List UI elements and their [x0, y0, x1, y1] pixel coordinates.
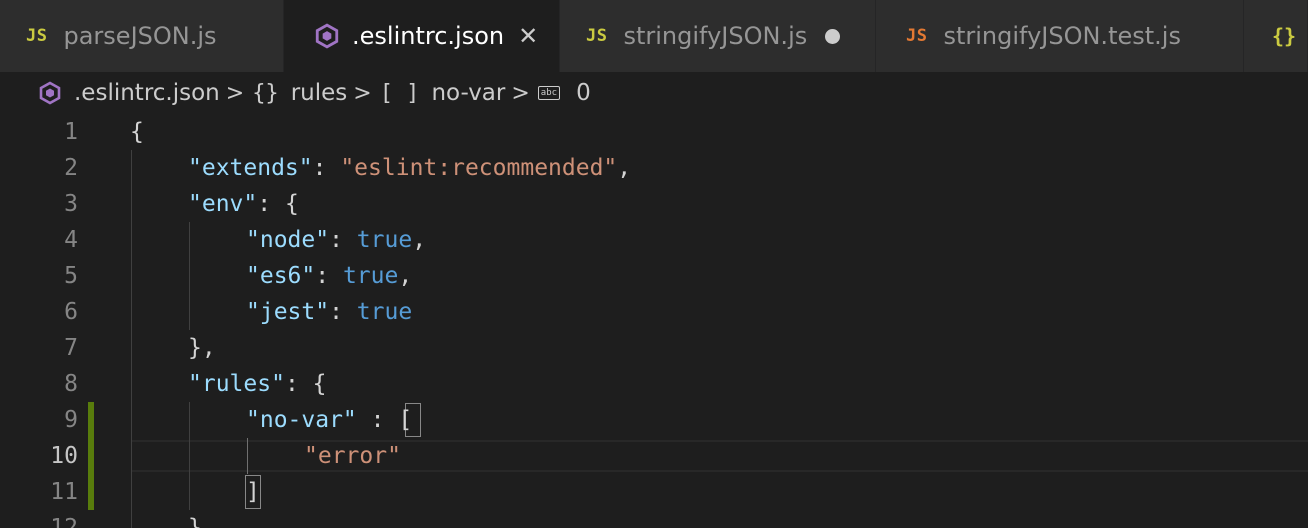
code-line: 1 {	[0, 114, 1308, 150]
breadcrumb-index[interactable]: 0	[576, 80, 591, 106]
code-editor[interactable]: 1 { 2 "extends": "eslint:recommended", 3…	[0, 114, 1308, 528]
json-boolean: true	[356, 227, 413, 253]
tab-label: parseJSON.js	[63, 22, 217, 50]
code-line: 4 "node": true,	[0, 222, 1308, 258]
json-boolean: true	[342, 263, 399, 289]
breadcrumb: .eslintrc.json > {} rules > [ ] no-var >…	[0, 72, 1308, 114]
tab-bar: JS parseJSON.js .eslintrc.json ✕ JS stri…	[0, 0, 1308, 72]
code-token: },	[188, 335, 216, 361]
json-key: "es6"	[246, 263, 316, 289]
eslint-hexagon-icon	[315, 23, 339, 49]
javascript-file-icon: JS	[26, 26, 48, 46]
code-line: 6 "jest": true	[0, 294, 1308, 330]
json-key: "env"	[188, 191, 258, 217]
json-key: "no-var"	[246, 407, 357, 433]
json-string: "error"	[304, 443, 401, 469]
json-key: "rules"	[188, 371, 285, 397]
line-number: 5	[64, 263, 78, 289]
javascript-test-file-icon: JS	[906, 26, 928, 46]
chevron-right-icon: >	[225, 80, 245, 106]
line-number: 7	[64, 335, 78, 361]
line-number: 11	[50, 479, 78, 505]
code-token: :	[315, 263, 343, 289]
javascript-file-icon: JS	[586, 26, 608, 46]
code-line: 8 "rules": {	[0, 366, 1308, 402]
breadcrumb-file[interactable]: .eslintrc.json	[74, 80, 220, 106]
code-token: ]	[246, 479, 260, 505]
line-number: 10	[50, 443, 78, 469]
breadcrumb-no-var[interactable]: no-var	[431, 80, 505, 106]
breadcrumb-rules[interactable]: rules	[291, 80, 348, 106]
json-braces-icon: {}	[1272, 24, 1297, 48]
array-symbol-icon: [ ]	[379, 80, 420, 106]
code-line: 5 "es6": true,	[0, 258, 1308, 294]
tab-label: stringifyJSON.test.js	[943, 22, 1181, 50]
close-icon[interactable]: ✕	[518, 22, 538, 50]
code-token: :	[329, 299, 357, 325]
code-line: 2 "extends": "eslint:recommended",	[0, 150, 1308, 186]
code-line: 7 },	[0, 330, 1308, 366]
code-line: 3 "env": {	[0, 186, 1308, 222]
line-number: 9	[64, 407, 78, 433]
json-key: "extends"	[188, 155, 313, 181]
line-number: 2	[64, 155, 78, 181]
tab-stringifyjson[interactable]: JS stringifyJSON.js	[560, 0, 876, 72]
tab-json-file[interactable]: {}	[1244, 0, 1308, 72]
code-line: 11 ]	[0, 474, 1308, 510]
code-token: :	[312, 155, 341, 181]
tab-label: .eslintrc.json	[352, 22, 505, 50]
line-number: 1	[64, 119, 78, 145]
json-boolean: true	[356, 299, 413, 325]
json-key: "jest"	[246, 299, 330, 325]
line-number: 6	[64, 299, 78, 325]
code-token: :	[284, 371, 313, 397]
json-key: "node"	[246, 227, 330, 253]
tab-eslintrc[interactable]: .eslintrc.json ✕	[284, 0, 560, 72]
code-token: {	[284, 191, 299, 217]
string-symbol-icon: abc	[537, 86, 561, 100]
tab-parsejson[interactable]: JS parseJSON.js	[0, 0, 284, 72]
line-number: 8	[64, 371, 78, 397]
code-token: [	[398, 407, 413, 433]
code-token: ,	[617, 155, 632, 181]
chevron-right-icon: >	[511, 80, 530, 106]
line-number: 4	[64, 227, 78, 253]
code-line: 12 },	[0, 510, 1308, 528]
unsaved-dot-icon[interactable]	[825, 28, 841, 44]
code-token: ,	[398, 263, 413, 289]
code-line: 9 "no-var" : [	[0, 402, 1308, 438]
code-token: :	[329, 227, 357, 253]
code-token: :	[257, 191, 285, 217]
chevron-right-icon: >	[353, 80, 372, 106]
code-token: ,	[412, 227, 427, 253]
object-symbol-icon: {}	[252, 80, 279, 106]
line-number: 12	[50, 515, 78, 528]
code-token: },	[188, 515, 216, 528]
code-line: 10 "error"	[0, 438, 1308, 474]
tab-label: stringifyJSON.js	[623, 22, 808, 50]
tab-stringifyjson-test[interactable]: JS stringifyJSON.test.js	[876, 0, 1244, 72]
line-number: 3	[64, 191, 78, 217]
json-string: "eslint:recommended"	[340, 155, 618, 181]
code-token: {	[312, 371, 327, 397]
code-token: :	[356, 407, 399, 433]
eslint-hexagon-icon	[39, 81, 61, 105]
code-token: {	[130, 119, 144, 145]
